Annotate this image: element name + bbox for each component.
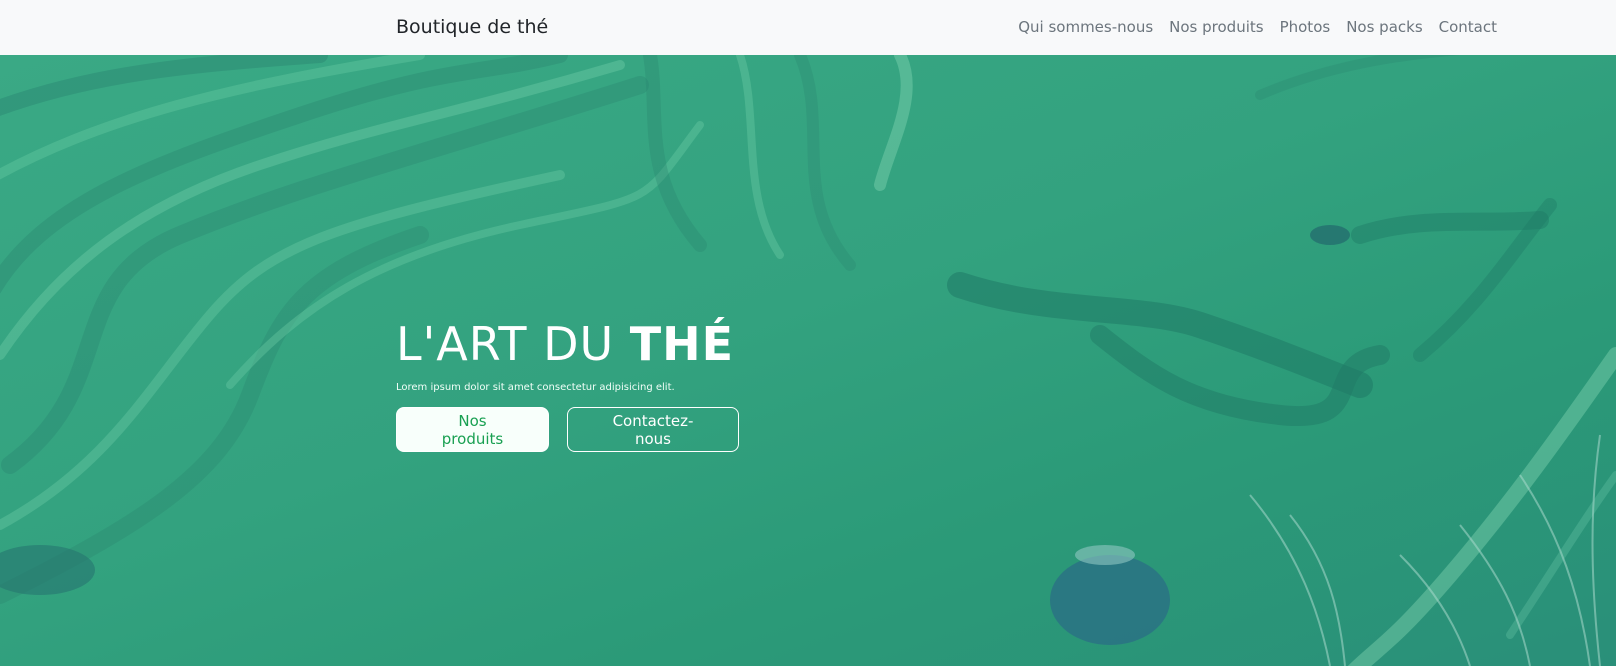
hero-subtitle: Lorem ipsum dolor sit amet consectetur a… [396,382,675,394]
hero-content: L'ART DU THÉ Lorem ipsum dolor sit amet … [396,317,739,453]
contactez-nous-button[interactable]: Contactez-nous [567,407,739,453]
brand-link[interactable]: Boutique de thé [396,16,548,38]
nav-link-nos-packs[interactable]: Nos packs [1346,18,1422,36]
nav-link-contact[interactable]: Contact [1439,18,1497,36]
nav-links: Qui sommes-nous Nos produits Photos Nos … [1018,18,1497,36]
nos-produits-button[interactable]: Nos produits [396,407,549,453]
hero-buttons: Nos produits Contactez-nous [396,407,739,453]
hero-section: L'ART DU THÉ Lorem ipsum dolor sit amet … [0,55,1616,666]
hero-title-light: L'ART DU [396,317,615,371]
nav-link-nos-produits[interactable]: Nos produits [1169,18,1263,36]
hero-title: L'ART DU THÉ [396,317,739,372]
nav-link-photos[interactable]: Photos [1280,18,1331,36]
hero-title-bold: THÉ [629,317,735,371]
navbar: Boutique de thé Qui sommes-nous Nos prod… [0,0,1616,55]
nav-link-qui-sommes-nous[interactable]: Qui sommes-nous [1018,18,1153,36]
rice-terraces-background [0,55,1616,666]
